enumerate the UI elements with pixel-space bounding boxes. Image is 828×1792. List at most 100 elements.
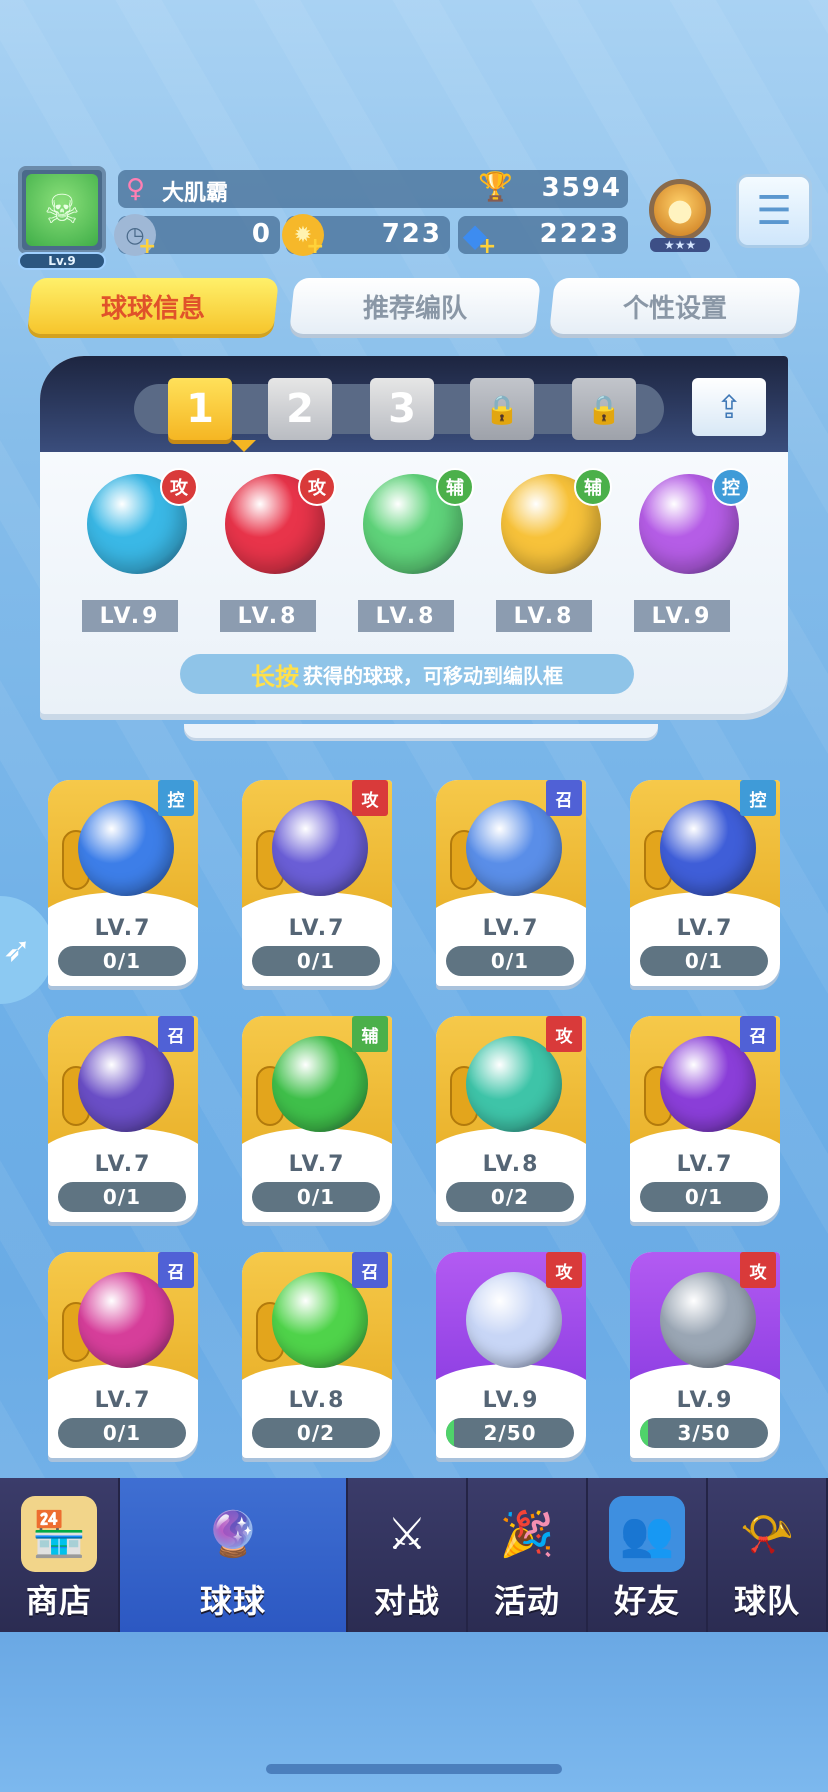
card-count: 0/1 [102, 1185, 142, 1209]
female-icon: ♀ [126, 174, 146, 204]
shark-icon: ➶ [2, 930, 32, 970]
panel-footer [184, 724, 658, 738]
skull-avatar-icon: ☠ [26, 174, 98, 246]
card-count: 0/1 [296, 1185, 336, 1209]
ball-type-tag: 召 [158, 1252, 194, 1288]
avatar[interactable]: ☠ [18, 166, 106, 254]
ball-card[interactable]: 控 LV.7 0/1 [48, 780, 198, 986]
card-progress: 0/2 [446, 1182, 574, 1212]
tab-personal-settings[interactable]: 个性设置 [549, 278, 801, 334]
ball-type-tag: 攻 [546, 1252, 582, 1288]
tab-recommended-team[interactable]: 推荐编队 [289, 278, 541, 334]
ball-card[interactable]: 召 LV.7 0/1 [48, 1252, 198, 1458]
share-button[interactable]: ⇪ [692, 378, 766, 436]
ball-level: LV.8 [482, 1152, 540, 1177]
ball-level: LV.8 [496, 600, 592, 632]
team-slot-locked-4[interactable]: 🔒 [470, 378, 534, 440]
ball-level: LV.7 [482, 916, 540, 941]
nav-label: 球球 [199, 1582, 266, 1620]
card-progress: 0/1 [58, 946, 186, 976]
ball-card[interactable]: 攻 LV.7 0/1 [242, 780, 392, 986]
nav-label: 对战 [373, 1582, 440, 1620]
ball-card[interactable]: 召 LV.7 0/1 [630, 1016, 780, 1222]
ball-card[interactable]: 召 LV.8 0/2 [242, 1252, 392, 1458]
ball-level: LV.9 [82, 600, 178, 632]
ball-type-tag: 召 [352, 1252, 388, 1288]
team-ball-1[interactable]: 攻 LV.9 [82, 468, 198, 634]
ball-icon: 🔮 [205, 1509, 261, 1560]
lock-icon: 🔒 [586, 392, 622, 426]
team-ball-3[interactable]: 辅 LV.8 [358, 468, 474, 634]
ball-type-tag: 攻 [740, 1252, 776, 1288]
card-count: 0/1 [296, 949, 336, 973]
tab-ball-info[interactable]: 球球信息 [27, 278, 279, 334]
diamond-resource[interactable]: ◆ + 2223 [458, 216, 628, 259]
nav-label: 活动 [493, 1582, 560, 1620]
gold-value: 723 [381, 219, 442, 249]
card-progress: 0/1 [58, 1418, 186, 1448]
nav-item-5[interactable]: 👥 好友 [588, 1478, 708, 1632]
side-expand-button[interactable]: ➶ [0, 896, 54, 1004]
ball-type-tag: 控 [740, 780, 776, 816]
team-ball-5[interactable]: 控 LV.9 [634, 468, 750, 634]
nav-label: 好友 [613, 1582, 680, 1620]
lock-icon: 🔒 [484, 392, 520, 426]
team-slot-2[interactable]: 2 [268, 378, 332, 440]
ball-type-tag: 召 [546, 780, 582, 816]
ball-level: LV.8 [220, 600, 316, 632]
ball-card[interactable]: 攻 LV.8 0/2 [436, 1016, 586, 1222]
ball-type-tag: 召 [740, 1016, 776, 1052]
team-slot-1[interactable]: 1 [168, 378, 232, 440]
home-indicator[interactable] [266, 1764, 562, 1774]
tab-bar: 球球信息 推荐编队 个性设置 [27, 278, 801, 334]
team-ball-2[interactable]: 攻 LV.8 [220, 468, 336, 634]
diamond-value: 2223 [539, 219, 620, 249]
card-count: 0/2 [296, 1421, 336, 1445]
ball-card[interactable]: 攻 LV.9 3/50 [630, 1252, 780, 1458]
ball-level: LV.9 [676, 1388, 734, 1413]
ball-card[interactable]: 召 LV.7 0/1 [48, 1016, 198, 1222]
hamburger-icon: ☰ [756, 188, 792, 234]
nav-item-2[interactable]: 🔮 球球 [120, 1478, 348, 1632]
ball-card[interactable]: 攻 LV.9 2/50 [436, 1252, 586, 1458]
ball-card[interactable]: 控 LV.7 0/1 [630, 780, 780, 986]
card-count: 0/1 [102, 1421, 142, 1445]
menu-button[interactable]: ☰ [736, 174, 812, 248]
stamina-value: 0 [251, 219, 272, 249]
ball-type-tag: 控 [158, 780, 194, 816]
ball-level: LV.8 [358, 600, 454, 632]
progress-fill [640, 1418, 648, 1448]
stamina-resource[interactable]: ◷ + 0 [114, 214, 280, 259]
nav-label: 球队 [733, 1582, 800, 1620]
rank-medal[interactable]: ● ★★★ [642, 168, 718, 252]
ball-card[interactable]: 召 LV.7 0/1 [436, 780, 586, 986]
ball-level: LV.9 [482, 1388, 540, 1413]
ball-level: LV.7 [288, 1152, 346, 1177]
ball-type-tag: 控 [712, 468, 750, 506]
nav-item-3[interactable]: ⚔ 对战 [348, 1478, 468, 1632]
nav-item-4[interactable]: 🎉 活动 [468, 1478, 588, 1632]
bottom-nav: 🏪 商店 🔮 球球 ⚔ 对战 🎉 活动 👥 好友 📯 球队 [0, 1478, 828, 1632]
nav-item-6[interactable]: 📯 球队 [708, 1478, 828, 1632]
ball-type-tag: 召 [158, 1016, 194, 1052]
card-count: 0/1 [684, 949, 724, 973]
crossed-swords-icon: ⚔ [387, 1508, 427, 1560]
card-progress: 0/1 [252, 946, 380, 976]
nav-item-1[interactable]: 🏪 商店 [0, 1478, 120, 1632]
ball-level: LV.7 [94, 1388, 152, 1413]
team-slot-3[interactable]: 3 [370, 378, 434, 440]
active-slot-pointer [232, 440, 256, 452]
card-count: 0/1 [490, 949, 530, 973]
ball-type-tag: 攻 [160, 468, 198, 506]
card-progress: 0/1 [640, 1182, 768, 1212]
ball-card[interactable]: 辅 LV.7 0/1 [242, 1016, 392, 1222]
shop-icon: 🏪 [21, 1496, 97, 1572]
card-count: 0/2 [490, 1185, 530, 1209]
card-progress: 0/1 [58, 1182, 186, 1212]
ball-level: LV.9 [634, 600, 730, 632]
team-slot-locked-5[interactable]: 🔒 [572, 378, 636, 440]
team-ball-4[interactable]: 辅 LV.8 [496, 468, 612, 634]
team-slot-header: 1 2 3 🔒 🔒 ⇪ [40, 356, 788, 452]
progress-fill [446, 1418, 454, 1448]
gold-resource[interactable]: ✹ + 723 [282, 214, 450, 259]
